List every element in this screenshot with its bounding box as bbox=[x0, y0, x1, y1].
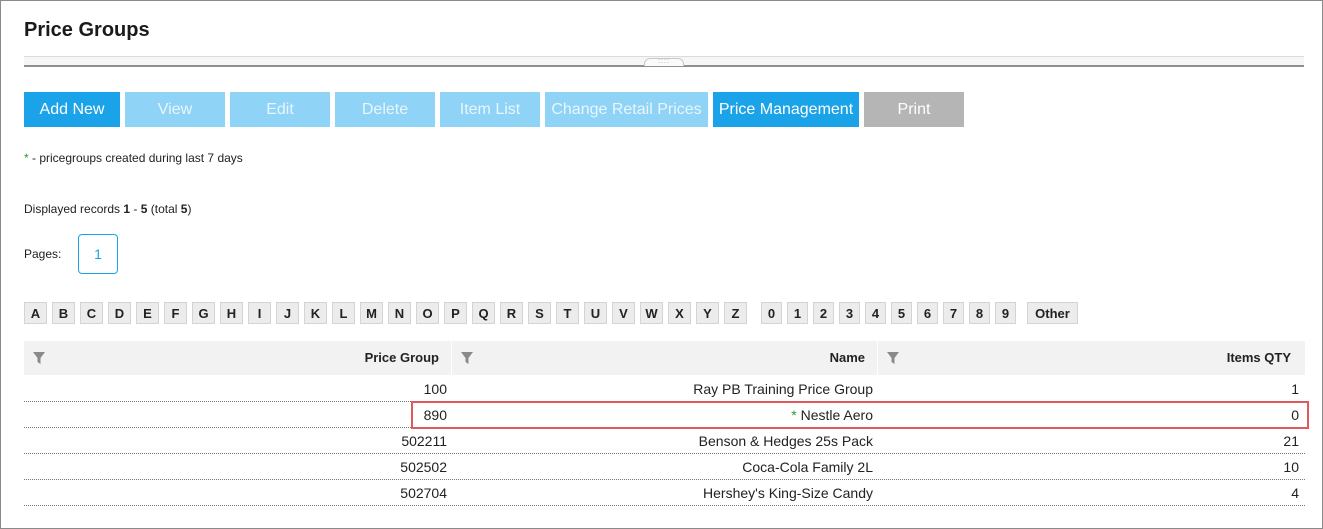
new-pricegroups-note: * - pricegroups created during last 7 da… bbox=[24, 151, 243, 165]
records-dash: - bbox=[130, 202, 141, 216]
cell-items-qty: 1 bbox=[1291, 381, 1299, 397]
cell-items-qty: 21 bbox=[1283, 433, 1299, 449]
letter-filter-b[interactable]: B bbox=[52, 302, 75, 324]
cell-price-group: 502502 bbox=[400, 459, 447, 475]
letter-filter-o[interactable]: O bbox=[416, 302, 439, 324]
digit-filter-2[interactable]: 2 bbox=[813, 302, 834, 324]
letter-filter-v[interactable]: V bbox=[612, 302, 635, 324]
letter-filter-x[interactable]: X bbox=[668, 302, 691, 324]
digit-filter-0[interactable]: 0 bbox=[761, 302, 782, 324]
add-new-button[interactable]: Add New bbox=[24, 92, 120, 127]
letter-filter-m[interactable]: M bbox=[360, 302, 383, 324]
item-list-button[interactable]: Item List bbox=[440, 92, 540, 127]
letter-filter-w[interactable]: W bbox=[640, 302, 663, 324]
filter-icon[interactable] bbox=[460, 351, 474, 365]
letter-filter-t[interactable]: T bbox=[556, 302, 579, 324]
letter-filter-i[interactable]: I bbox=[248, 302, 271, 324]
row-divider bbox=[24, 505, 1305, 506]
header-price-group[interactable]: Price Group bbox=[24, 341, 451, 375]
cell-name: * Nestle Aero bbox=[452, 402, 873, 428]
letter-filter-h[interactable]: H bbox=[220, 302, 243, 324]
letter-filter-q[interactable]: Q bbox=[472, 302, 495, 324]
letter-filter-z[interactable]: Z bbox=[724, 302, 747, 324]
cell-price-group: 502704 bbox=[400, 485, 447, 501]
digit-filter-9[interactable]: 9 bbox=[995, 302, 1016, 324]
table-row[interactable]: 100 Ray PB Training Price Group 1 bbox=[24, 376, 1305, 402]
table-header: Price Group Name Items QTY bbox=[24, 341, 1305, 375]
letter-filter-a[interactable]: A bbox=[24, 302, 47, 324]
header-items-qty[interactable]: Items QTY bbox=[878, 341, 1305, 375]
cell-items-qty: 10 bbox=[1283, 459, 1299, 475]
price-management-button[interactable]: Price Management bbox=[713, 92, 859, 127]
letter-filter-l[interactable]: L bbox=[332, 302, 355, 324]
header-price-group-label: Price Group bbox=[364, 350, 439, 365]
note-text: - pricegroups created during last 7 days bbox=[28, 151, 243, 165]
digit-filter-6[interactable]: 6 bbox=[917, 302, 938, 324]
cell-name-text: Coca-Cola Family 2L bbox=[742, 459, 873, 475]
cell-price-group: 100 bbox=[423, 381, 447, 397]
table-row[interactable]: 502211 Benson & Hedges 25s Pack 21 bbox=[24, 428, 1305, 454]
letter-filter-y[interactable]: Y bbox=[696, 302, 719, 324]
table-row[interactable]: 502704 Hershey's King-Size Candy 4 bbox=[24, 480, 1305, 506]
letter-filter-d[interactable]: D bbox=[108, 302, 131, 324]
digit-filter-1[interactable]: 1 bbox=[787, 302, 808, 324]
header-items-qty-label: Items QTY bbox=[1226, 350, 1291, 365]
displayed-records: Displayed records 1 - 5 (total 5) bbox=[24, 202, 191, 216]
cell-items-qty: 0 bbox=[1291, 407, 1299, 423]
view-button[interactable]: View bbox=[125, 92, 225, 127]
table-row[interactable]: 502502 Coca-Cola Family 2L 10 bbox=[24, 454, 1305, 480]
delete-button[interactable]: Delete bbox=[335, 92, 435, 127]
collapse-splitter[interactable]: :::: bbox=[24, 56, 1304, 67]
digit-filter-7[interactable]: 7 bbox=[943, 302, 964, 324]
cell-name: Hershey's King-Size Candy bbox=[452, 480, 873, 506]
edit-button[interactable]: Edit bbox=[230, 92, 330, 127]
letter-filter-p[interactable]: P bbox=[444, 302, 467, 324]
cell-price-group: 502211 bbox=[401, 433, 447, 449]
cell-name-text: Benson & Hedges 25s Pack bbox=[698, 433, 873, 449]
header-name-label: Name bbox=[829, 350, 865, 365]
records-total-prefix: (total bbox=[147, 202, 181, 216]
cell-name-text: Ray PB Training Price Group bbox=[693, 381, 873, 397]
splitter-grip-icon[interactable]: :::: bbox=[644, 58, 684, 66]
cell-items-qty: 4 bbox=[1291, 485, 1299, 501]
print-button[interactable]: Print bbox=[864, 92, 964, 127]
header-name[interactable]: Name bbox=[452, 341, 877, 375]
filter-icon[interactable] bbox=[32, 351, 46, 365]
change-retail-prices-button[interactable]: Change Retail Prices bbox=[545, 92, 708, 127]
page-button-1[interactable]: 1 bbox=[78, 234, 118, 274]
letter-filter-c[interactable]: C bbox=[80, 302, 103, 324]
pages-label: Pages: bbox=[24, 247, 62, 261]
cell-name: Benson & Hedges 25s Pack bbox=[452, 428, 873, 454]
cell-name: Ray PB Training Price Group bbox=[452, 376, 873, 402]
records-prefix: Displayed records bbox=[24, 202, 124, 216]
letter-filter-j[interactable]: J bbox=[276, 302, 299, 324]
letter-filter-n[interactable]: N bbox=[388, 302, 411, 324]
records-total-suffix: ) bbox=[187, 202, 192, 216]
letter-filter-e[interactable]: E bbox=[136, 302, 159, 324]
digit-filter-3[interactable]: 3 bbox=[839, 302, 860, 324]
letter-filter-f[interactable]: F bbox=[164, 302, 187, 324]
cell-name-text: Nestle Aero bbox=[800, 407, 873, 423]
filter-icon[interactable] bbox=[886, 351, 900, 365]
cell-name: Coca-Cola Family 2L bbox=[452, 454, 873, 480]
alphabet-filter-bar: A B C D E F G H I J K L M N O P Q R S T U V W X Y Z 0 1 2 3 4 5 6 7 8 9 Othe… bbox=[24, 302, 1094, 324]
table-row[interactable]: 890 * Nestle Aero 0 bbox=[24, 402, 1305, 428]
page-title: Price Groups bbox=[24, 19, 150, 41]
letter-filter-r[interactable]: R bbox=[500, 302, 523, 324]
letter-filter-k[interactable]: K bbox=[304, 302, 327, 324]
cell-name-text: Hershey's King-Size Candy bbox=[703, 485, 873, 501]
new-star-marker: * bbox=[791, 407, 801, 423]
letter-filter-g[interactable]: G bbox=[192, 302, 215, 324]
other-filter-button[interactable]: Other bbox=[1027, 302, 1078, 324]
digit-filter-4[interactable]: 4 bbox=[865, 302, 886, 324]
letter-filter-u[interactable]: U bbox=[584, 302, 607, 324]
cell-price-group: 890 bbox=[423, 407, 447, 423]
window-frame: Price Groups :::: Add New View Edit Dele… bbox=[0, 0, 1323, 529]
digit-filter-5[interactable]: 5 bbox=[891, 302, 912, 324]
letter-filter-s[interactable]: S bbox=[528, 302, 551, 324]
digit-filter-8[interactable]: 8 bbox=[969, 302, 990, 324]
